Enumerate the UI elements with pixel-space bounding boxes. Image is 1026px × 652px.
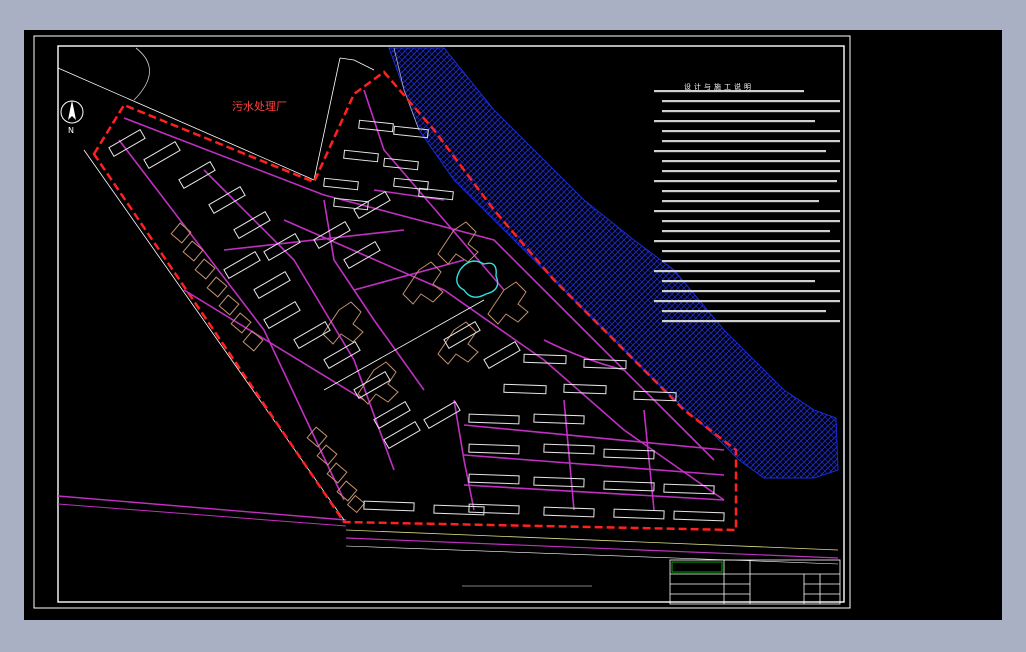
notes-line: [662, 230, 830, 233]
building: [143, 140, 181, 170]
notes-line: [662, 130, 840, 133]
notes-line: [662, 160, 840, 163]
building: [603, 480, 655, 492]
notes-line: [662, 200, 819, 203]
notes-line: [654, 270, 840, 273]
notes-line: [662, 280, 815, 283]
notes-line: [654, 210, 840, 213]
building: [613, 508, 665, 520]
building: [363, 500, 415, 512]
title-block: [669, 559, 841, 605]
building: [483, 340, 521, 370]
building: [433, 504, 485, 516]
notes-title: 设计与施工说明: [684, 83, 754, 91]
notes-line: [662, 190, 840, 193]
building: [563, 383, 607, 395]
notes-line: [662, 260, 840, 263]
building: [343, 149, 379, 163]
building: [343, 240, 381, 270]
notes-line: [654, 300, 840, 303]
building: [523, 353, 567, 365]
notes-line: [662, 320, 840, 323]
building: [468, 443, 520, 455]
building: [223, 250, 261, 280]
cad-canvas[interactable]: 污水处理厂 设计与施工说明 N: [24, 30, 1002, 620]
building: [383, 420, 421, 450]
building: [253, 270, 291, 300]
north-arrow: [60, 100, 84, 124]
north-label: N: [68, 126, 74, 135]
building: [468, 503, 520, 515]
notes-line: [662, 290, 840, 293]
notes-line: [662, 170, 840, 173]
notes-line: [662, 310, 826, 313]
notes-line: [662, 140, 840, 143]
building: [443, 320, 481, 350]
building: [533, 476, 585, 488]
building: [373, 400, 411, 430]
notes-line: [662, 220, 840, 223]
building: [418, 187, 454, 201]
notes-line: [662, 110, 840, 113]
building: [263, 300, 301, 330]
plant-label: 污水处理厂: [232, 100, 287, 113]
site-plan-drawing: [33, 35, 851, 609]
notes-line: [654, 120, 815, 123]
notes-line: [662, 250, 840, 253]
building: [468, 473, 520, 485]
building: [543, 506, 595, 518]
building: [233, 210, 271, 240]
building: [533, 413, 585, 425]
notes-line: [654, 240, 840, 243]
notes-line: [654, 150, 826, 153]
building: [503, 383, 547, 395]
building: [208, 185, 246, 215]
pond: [456, 260, 499, 298]
building: [673, 510, 725, 522]
notes-line: [662, 100, 840, 103]
building: [468, 413, 520, 425]
building: [663, 483, 715, 495]
building: [393, 177, 429, 191]
notes-line: [654, 180, 837, 183]
building: [323, 340, 361, 370]
building: [108, 128, 146, 158]
building: [603, 448, 655, 460]
building: [383, 157, 419, 171]
building: [323, 177, 359, 191]
